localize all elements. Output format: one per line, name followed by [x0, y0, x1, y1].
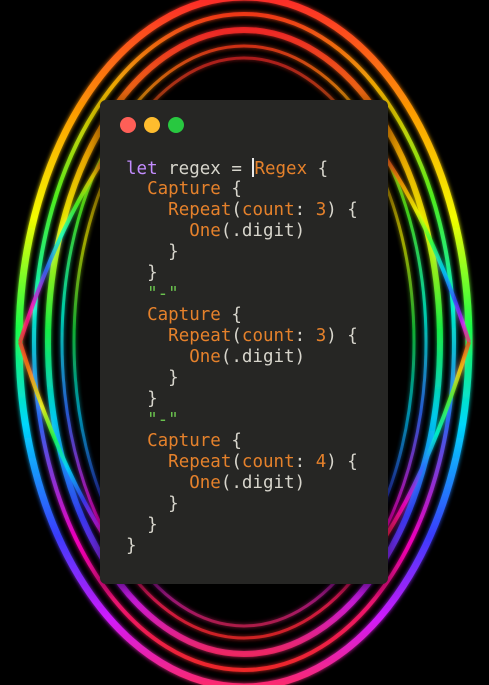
code-token-number: 3	[315, 326, 327, 346]
code-token-type: Capture	[147, 431, 221, 451]
code-token-plain: }	[147, 263, 158, 283]
code-token-plain: }	[168, 242, 179, 262]
window-controls	[120, 117, 184, 133]
code-line: Capture {	[126, 305, 358, 326]
code-token-type: count	[241, 200, 295, 220]
code-token-plain: (.digit)	[220, 473, 306, 493]
code-token-plain: ) {	[326, 452, 358, 472]
code-line: }	[126, 263, 358, 284]
code-token-keyword: let	[126, 159, 158, 179]
code-line: One(.digit)	[126, 347, 358, 368]
code-token-number: 3	[315, 200, 327, 220]
code-token-type: Capture	[147, 305, 221, 325]
code-line: One(.digit)	[126, 221, 358, 242]
code-token-plain: (	[231, 452, 242, 472]
code-line: Capture {	[126, 179, 358, 200]
code-line: }	[126, 242, 358, 263]
code-line: Repeat(count: 3) {	[126, 200, 358, 221]
code-token-plain: }	[168, 494, 179, 514]
code-token-type: Regex	[254, 159, 308, 179]
code-token-string: "-"	[147, 284, 179, 304]
code-line: One(.digit)	[126, 473, 358, 494]
code-token-type: Repeat	[168, 200, 232, 220]
code-token-type: count	[241, 326, 295, 346]
code-line: Capture {	[126, 431, 358, 452]
code-line: Repeat(count: 3) {	[126, 326, 358, 347]
code-token-plain: :	[294, 200, 316, 220]
code-token-plain: :	[294, 452, 316, 472]
code-line: }	[126, 389, 358, 410]
code-line: }	[126, 515, 358, 536]
code-token-plain: {	[220, 305, 242, 325]
code-token-type: One	[189, 473, 221, 493]
close-dot[interactable]	[120, 117, 136, 133]
code-token-plain: ) {	[326, 326, 358, 346]
minimize-dot[interactable]	[144, 117, 160, 133]
code-line: }	[126, 536, 358, 557]
code-line: }	[126, 494, 358, 515]
code-token-plain: }	[147, 515, 158, 535]
code-window: let regex = Regex { Capture { Repeat(cou…	[100, 100, 388, 584]
code-line: "-"	[126, 284, 358, 305]
code-line: "-"	[126, 410, 358, 431]
code-token-plain: {	[220, 179, 242, 199]
code-token-plain: }	[147, 389, 158, 409]
code-token-type: Repeat	[168, 326, 232, 346]
code-token-plain: }	[126, 536, 137, 556]
code-token-plain: ) {	[326, 200, 358, 220]
code-token-type: Capture	[147, 179, 221, 199]
code-token-type: One	[189, 221, 221, 241]
code-token-string: "-"	[147, 410, 179, 430]
code-line: let regex = Regex {	[126, 158, 358, 179]
code-token-type: count	[241, 452, 295, 472]
code-line: }	[126, 368, 358, 389]
code-token-plain: :	[294, 326, 316, 346]
code-token-plain: {	[307, 159, 329, 179]
code-token-plain: (	[231, 326, 242, 346]
code-token-type: Repeat	[168, 452, 232, 472]
code-token-plain: (	[231, 200, 242, 220]
maximize-dot[interactable]	[168, 117, 184, 133]
code-token-plain: }	[168, 368, 179, 388]
code-token-plain: {	[220, 431, 242, 451]
code-token-plain: (.digit)	[220, 221, 306, 241]
code-token-type: One	[189, 347, 221, 367]
code-token-number: 4	[315, 452, 327, 472]
code-token-plain: (.digit)	[220, 347, 306, 367]
code-line: Repeat(count: 4) {	[126, 452, 358, 473]
code-block[interactable]: let regex = Regex { Capture { Repeat(cou…	[126, 158, 358, 557]
code-token-plain: regex =	[157, 159, 253, 179]
